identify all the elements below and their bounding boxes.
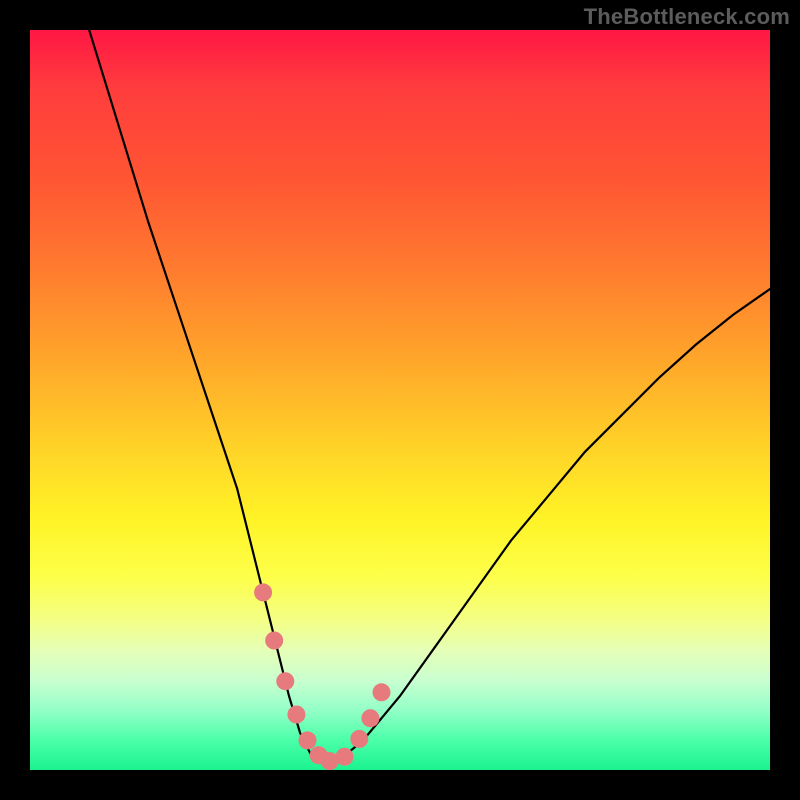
highlight-dots	[254, 583, 390, 770]
highlight-dot	[336, 748, 354, 766]
highlight-dot	[361, 709, 379, 727]
chart-frame: TheBottleneck.com	[0, 0, 800, 800]
highlight-dot	[350, 730, 368, 748]
highlight-dot	[299, 731, 317, 749]
highlight-dot	[276, 672, 294, 690]
plot-area	[30, 30, 770, 770]
highlight-dot	[373, 683, 391, 701]
bottleneck-curve	[89, 30, 770, 763]
highlight-dot	[254, 583, 272, 601]
highlight-dot	[265, 632, 283, 650]
curve-layer	[30, 30, 770, 770]
watermark-text: TheBottleneck.com	[584, 4, 790, 30]
highlight-dot	[287, 706, 305, 724]
